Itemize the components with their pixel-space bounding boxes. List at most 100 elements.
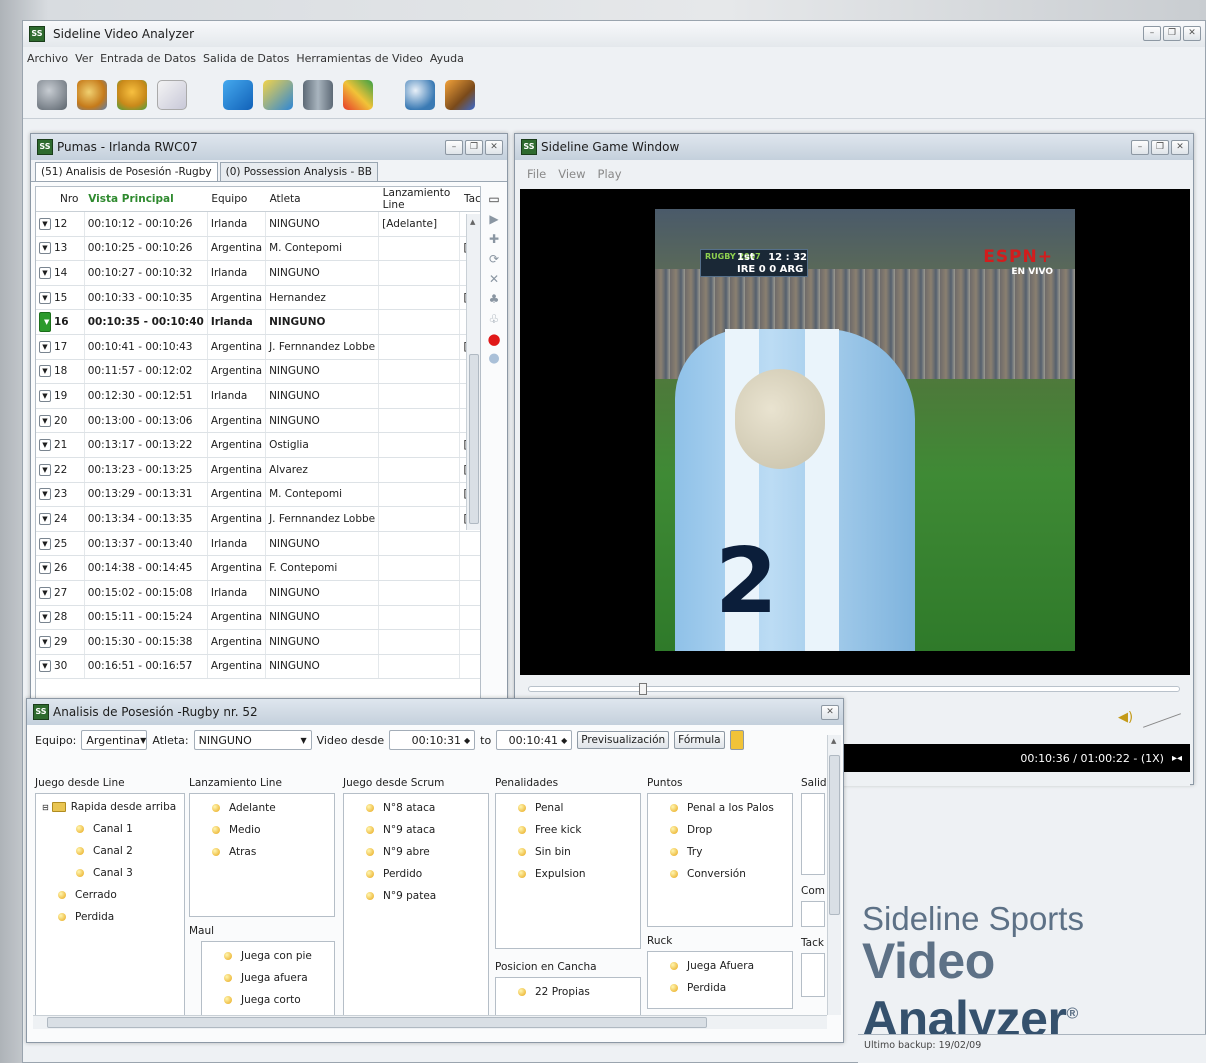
close-button[interactable]: ✕ xyxy=(1183,26,1201,41)
table-vscrollbar[interactable]: ▲ xyxy=(466,214,480,530)
game-menu-file[interactable]: File xyxy=(527,167,546,181)
stop-icon[interactable]: ● xyxy=(487,352,501,366)
expand-row-icon[interactable]: ▼ xyxy=(39,660,51,673)
item-n9-patea[interactable]: N°9 patea xyxy=(344,885,488,907)
col-lanzamiento-line[interactable]: Lanzamiento Line xyxy=(378,187,460,212)
report-icon[interactable] xyxy=(445,79,475,110)
dialog-close-button[interactable]: ✕ xyxy=(821,705,839,720)
item-free-kick[interactable]: Free kick xyxy=(496,819,640,841)
item-adelante[interactable]: Adelante xyxy=(190,797,334,819)
minimize-button[interactable]: – xyxy=(1143,26,1161,41)
expand-row-icon[interactable]: ▼ xyxy=(39,217,51,230)
table-row[interactable]: ▼ 20 00:13:00 - 00:13:06 Argentina NINGUNO xyxy=(36,408,480,434)
item-perdida-ruck[interactable]: Perdida xyxy=(648,977,792,999)
item-conversion[interactable]: Conversión xyxy=(648,863,792,885)
expand-row-icon[interactable]: ▼ xyxy=(39,389,51,402)
table-row[interactable]: ▼ 29 00:15:30 - 00:15:38 Argentina NINGUNO xyxy=(36,629,480,655)
seek-bar[interactable] xyxy=(528,683,1180,695)
spinner-icon[interactable]: ◆ xyxy=(561,736,567,745)
formula-button[interactable]: Fórmula xyxy=(674,731,725,749)
dialog-scroll-thumb[interactable] xyxy=(829,755,840,915)
expand-row-icon[interactable]: ▼ xyxy=(39,512,51,525)
table-row[interactable]: ▼2200:13:23 - 00:13:25ArgentinaAlvarez[A… xyxy=(36,457,480,483)
expand-row-icon[interactable]: ▼ xyxy=(39,365,51,378)
expand-row-icon[interactable]: ▼ xyxy=(39,312,51,333)
table-row[interactable]: ▼ 17 00:10:41 - 00:10:43 Argentina J. Fernna… xyxy=(36,334,480,360)
table-row[interactable]: ▼ 28 00:15:11 - 00:15:24 Argentina NINGUNO xyxy=(36,605,480,631)
expand-row-icon[interactable]: ▼ xyxy=(39,340,51,353)
game-menu-view[interactable]: View xyxy=(558,167,585,181)
delete-icon[interactable]: ✕ xyxy=(487,272,501,286)
equipo-select[interactable]: Argentina ▼ xyxy=(81,730,148,750)
to-time-input[interactable]: 00:10:41 ◆ xyxy=(496,730,573,750)
panel-restore-button[interactable]: ❐ xyxy=(465,140,483,155)
tab-possession-analysis-bb[interactable]: (0) Possession Analysis - BB xyxy=(219,162,378,181)
item-n9-abre[interactable]: N°9 abre xyxy=(344,841,488,863)
item-sin-bin[interactable]: Sin bin xyxy=(496,841,640,863)
menu-ver[interactable]: Ver xyxy=(75,52,93,65)
dialog-hscrollbar[interactable] xyxy=(33,1015,827,1029)
item-drop[interactable]: Drop xyxy=(648,819,792,841)
atleta-select[interactable]: NINGUNO ▼ xyxy=(193,730,312,750)
item-juega-con-pie[interactable]: Juega con pie xyxy=(202,945,334,967)
table-row[interactable]: ▼ 16 00:10:35 - 00:10:40 Irlanda NINGUNO xyxy=(36,309,480,335)
ungroup-icon[interactable]: ♧ xyxy=(487,312,501,326)
game-menu-play[interactable]: Play xyxy=(598,167,622,181)
table-row[interactable]: ▼ 18 00:11:57 - 00:12:02 Argentina NINGUNO xyxy=(36,359,480,385)
refresh-icon[interactable]: ⟳ xyxy=(487,252,501,266)
col-equipo[interactable]: Equipo xyxy=(207,187,266,212)
copy-icon[interactable] xyxy=(223,79,253,110)
table-row[interactable]: ▼ 13 00:10:25 - 00:10:26 Argentina M. Contep… xyxy=(36,236,480,262)
play-icon[interactable]: ▶ xyxy=(487,212,501,226)
menu-salida-datos[interactable]: Salida de Datos xyxy=(203,52,289,65)
expand-row-icon[interactable]: ▼ xyxy=(39,291,51,304)
tab-analisis-posesion[interactable]: (51) Analisis de Posesión -Rugby xyxy=(35,162,218,181)
expand-row-icon[interactable]: ▼ xyxy=(39,463,51,476)
restore-button[interactable]: ❐ xyxy=(1163,26,1181,41)
expand-row-icon[interactable]: ▼ xyxy=(39,611,51,624)
puzzle-icon[interactable] xyxy=(117,79,147,110)
item-penal[interactable]: Penal xyxy=(496,797,640,819)
item-juega-corto[interactable]: Juega corto xyxy=(202,989,334,1011)
col-vista-principal[interactable]: Vista Principal xyxy=(84,187,208,212)
table-row[interactable]: ▼ 15 00:10:33 - 00:10:35 Argentina Hernandez… xyxy=(36,285,480,311)
copy-blue-icon[interactable] xyxy=(263,79,293,110)
group-icon[interactable]: ♣ xyxy=(487,292,501,306)
expand-row-icon[interactable]: ▼ xyxy=(39,488,51,501)
fit-icon[interactable]: ▸◂ xyxy=(1172,753,1182,764)
menu-archivo[interactable]: Archivo xyxy=(27,52,68,65)
item-penal-palos[interactable]: Penal a los Palos xyxy=(648,797,792,819)
collapse-icon[interactable]: ⊟ xyxy=(42,803,49,812)
record-icon[interactable]: ● xyxy=(487,332,501,347)
game-minimize-button[interactable]: – xyxy=(1131,140,1149,155)
panel-close-button[interactable]: ✕ xyxy=(485,140,503,155)
expand-row-icon[interactable]: ▼ xyxy=(39,242,51,255)
item-juega-afuera[interactable]: Juega afuera xyxy=(202,967,334,989)
dialog-hscroll-thumb[interactable] xyxy=(47,1017,707,1028)
expand-row-icon[interactable]: ▼ xyxy=(39,414,51,427)
menu-ayuda[interactable]: Ayuda xyxy=(430,52,464,65)
from-time-input[interactable]: 00:10:31 ◆ xyxy=(389,730,476,750)
cylinder-icon[interactable] xyxy=(303,79,333,110)
item-atras[interactable]: Atras xyxy=(190,841,334,863)
table-row[interactable]: ▼ 19 00:12:30 - 00:12:51 Irlanda NINGUNO xyxy=(36,383,480,409)
expand-row-icon[interactable]: ▼ xyxy=(39,562,51,575)
tree-item-cerrado[interactable]: Cerrado xyxy=(36,884,184,906)
table-row[interactable]: ▼ 26 00:14:38 - 00:14:45 Argentina F. Contep… xyxy=(36,555,480,581)
panel-minimize-button[interactable]: – xyxy=(445,140,463,155)
expand-row-icon[interactable]: ▼ xyxy=(39,635,51,648)
item-n8-ataca[interactable]: N°8 ataca xyxy=(344,797,488,819)
expand-row-icon[interactable]: ▼ xyxy=(39,586,51,599)
spinner-icon[interactable]: ◆ xyxy=(464,736,470,745)
expand-row-icon[interactable]: ▼ xyxy=(39,537,51,550)
col-nro[interactable]: Nro xyxy=(36,187,85,212)
table-row[interactable]: ▼2100:13:17 - 00:13:22ArgentinaOstiglia[… xyxy=(36,432,480,458)
expand-row-icon[interactable]: ▼ xyxy=(39,439,51,452)
game-close-button[interactable]: ✕ xyxy=(1171,140,1189,155)
menu-herramientas-video[interactable]: Herramientas de Video xyxy=(296,52,423,65)
server-icon[interactable] xyxy=(37,79,67,110)
col-tack[interactable]: Tack xyxy=(459,187,480,212)
item-22-propias[interactable]: 22 Propias xyxy=(496,981,640,1003)
table-row[interactable]: ▼ 27 00:15:02 - 00:15:08 Irlanda NINGUNO xyxy=(36,580,480,606)
tree-item-canal-3[interactable]: Canal 3 xyxy=(36,862,184,884)
